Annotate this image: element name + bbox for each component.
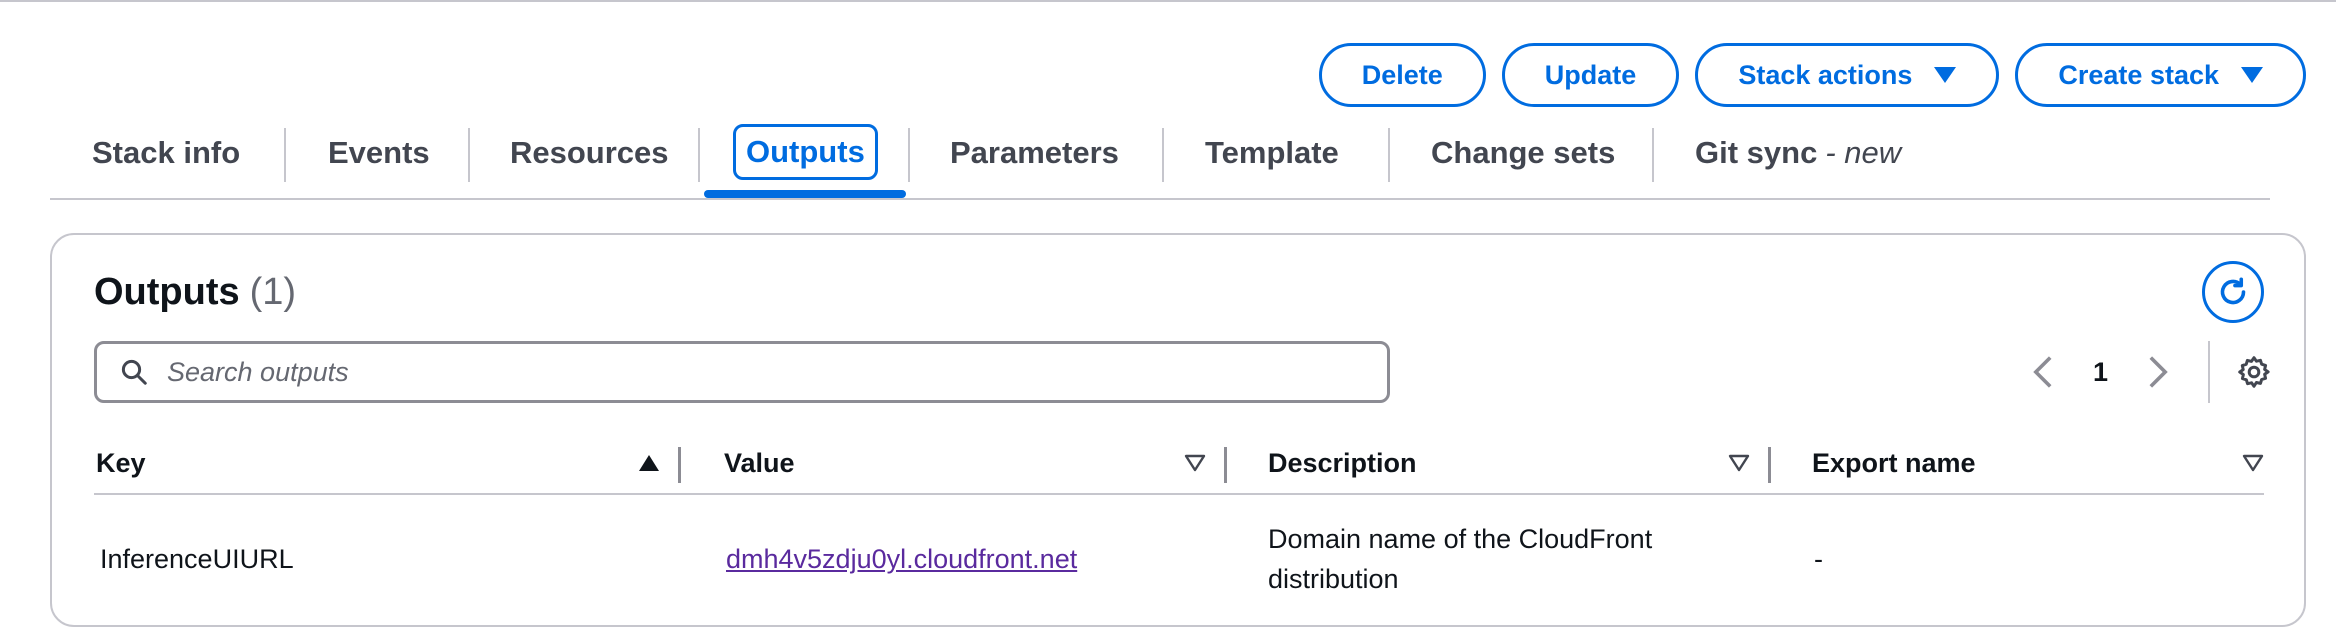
- tab-new-badge: - new: [1825, 135, 1902, 170]
- outputs-count: (1): [249, 271, 297, 313]
- next-page-button[interactable]: [2138, 352, 2178, 392]
- current-page-number[interactable]: 1: [2093, 357, 2108, 388]
- sort-icon[interactable]: [1184, 453, 1206, 473]
- gear-icon: [2238, 356, 2270, 388]
- refresh-icon: [2220, 277, 2246, 305]
- caret-down-icon: [1934, 67, 1957, 83]
- output-key: InferenceUIURL: [100, 544, 294, 574]
- tab-resources[interactable]: Resources: [510, 126, 669, 180]
- tab-events[interactable]: Events: [328, 126, 430, 180]
- column-header-key[interactable]: Key: [96, 433, 146, 493]
- tab-divider: [698, 128, 700, 182]
- tab-divider: [1162, 128, 1164, 182]
- tab-label: Git sync: [1695, 135, 1818, 170]
- tab-change-sets[interactable]: Change sets: [1431, 126, 1615, 180]
- stack-actions-bar: Delete Update Stack actions Create stack: [1318, 43, 2306, 107]
- search-input[interactable]: [167, 356, 1347, 388]
- panel-title: Outputs (1): [94, 271, 296, 314]
- column-header-label: Value: [724, 447, 795, 478]
- outputs-panel: Outputs(1) 1: [50, 233, 2306, 627]
- tab-divider: [468, 128, 470, 182]
- output-description: Domain name of the CloudFront distributi…: [1268, 524, 1653, 594]
- pagination: 1: [2023, 341, 2274, 403]
- output-value-link[interactable]: dmh4v5zdju0yl.cloudfront.net: [726, 539, 1077, 579]
- cell-export-name: -: [1814, 495, 2254, 623]
- tab-label: Stack info: [92, 135, 241, 170]
- pagination-divider: [2208, 341, 2210, 403]
- column-header-export-name[interactable]: Export name: [1812, 433, 1976, 493]
- tab-label: Template: [1205, 135, 1339, 170]
- table-header: Key Value Description Export name: [94, 433, 2264, 495]
- tab-bar: Stack info Events Resources Outputs Para…: [50, 118, 2270, 200]
- column-resizer[interactable]: [1768, 447, 1771, 483]
- delete-button-label: Delete: [1361, 59, 1443, 90]
- preferences-button[interactable]: [2234, 352, 2274, 392]
- column-header-label: Export name: [1812, 447, 1976, 478]
- create-stack-dropdown[interactable]: Create stack: [2015, 43, 2306, 107]
- column-header-label: Description: [1268, 447, 1417, 478]
- active-tab-indicator: [704, 190, 906, 198]
- panel-title-text: Outputs: [94, 271, 240, 313]
- tab-label: Resources: [510, 135, 669, 170]
- update-button-label: Update: [1544, 59, 1637, 90]
- output-export-name: -: [1814, 544, 1823, 574]
- sort-icon[interactable]: [1728, 453, 1750, 473]
- sort-ascending-icon[interactable]: [638, 453, 660, 473]
- cell-key: InferenceUIURL: [100, 495, 660, 623]
- delete-button[interactable]: Delete: [1318, 43, 1486, 107]
- search-field[interactable]: [94, 341, 1390, 403]
- column-resizer[interactable]: [678, 447, 681, 483]
- column-resizer[interactable]: [1224, 447, 1227, 483]
- update-button[interactable]: Update: [1501, 43, 1680, 107]
- tab-label: Parameters: [950, 135, 1119, 170]
- table-row: InferenceUIURL dmh4v5zdju0yl.cloudfront.…: [94, 495, 2264, 623]
- tab-parameters[interactable]: Parameters: [950, 126, 1119, 180]
- column-header-description[interactable]: Description: [1268, 433, 1417, 493]
- top-divider: [0, 0, 2336, 2]
- tab-divider: [908, 128, 910, 182]
- tab-template[interactable]: Template: [1205, 126, 1339, 180]
- column-header-label: Key: [96, 447, 146, 478]
- stack-actions-label: Stack actions: [1738, 59, 1913, 90]
- tab-divider: [1652, 128, 1654, 182]
- caret-down-icon: [2241, 67, 2263, 83]
- sort-icon[interactable]: [2242, 453, 2264, 473]
- tab-label: Outputs: [746, 134, 865, 169]
- stack-actions-dropdown[interactable]: Stack actions: [1695, 43, 2000, 107]
- create-stack-label: Create stack: [2058, 59, 2219, 90]
- chevron-left-icon: [2033, 356, 2052, 388]
- tab-divider: [1388, 128, 1390, 182]
- tab-label: Events: [328, 135, 430, 170]
- tab-git-sync[interactable]: Git sync - new: [1695, 126, 1901, 180]
- cell-value: dmh4v5zdju0yl.cloudfront.net: [726, 495, 1246, 623]
- column-header-value[interactable]: Value: [724, 433, 795, 493]
- tab-stack-info[interactable]: Stack info: [92, 126, 240, 180]
- chevron-right-icon: [2149, 356, 2168, 388]
- previous-page-button[interactable]: [2023, 352, 2063, 392]
- tab-label: Change sets: [1431, 135, 1616, 170]
- cell-description: Domain name of the CloudFront distributi…: [1268, 495, 1698, 623]
- search-icon: [121, 359, 147, 385]
- tab-outputs[interactable]: Outputs: [733, 124, 878, 180]
- tab-divider: [284, 128, 286, 182]
- refresh-button[interactable]: [2202, 261, 2264, 323]
